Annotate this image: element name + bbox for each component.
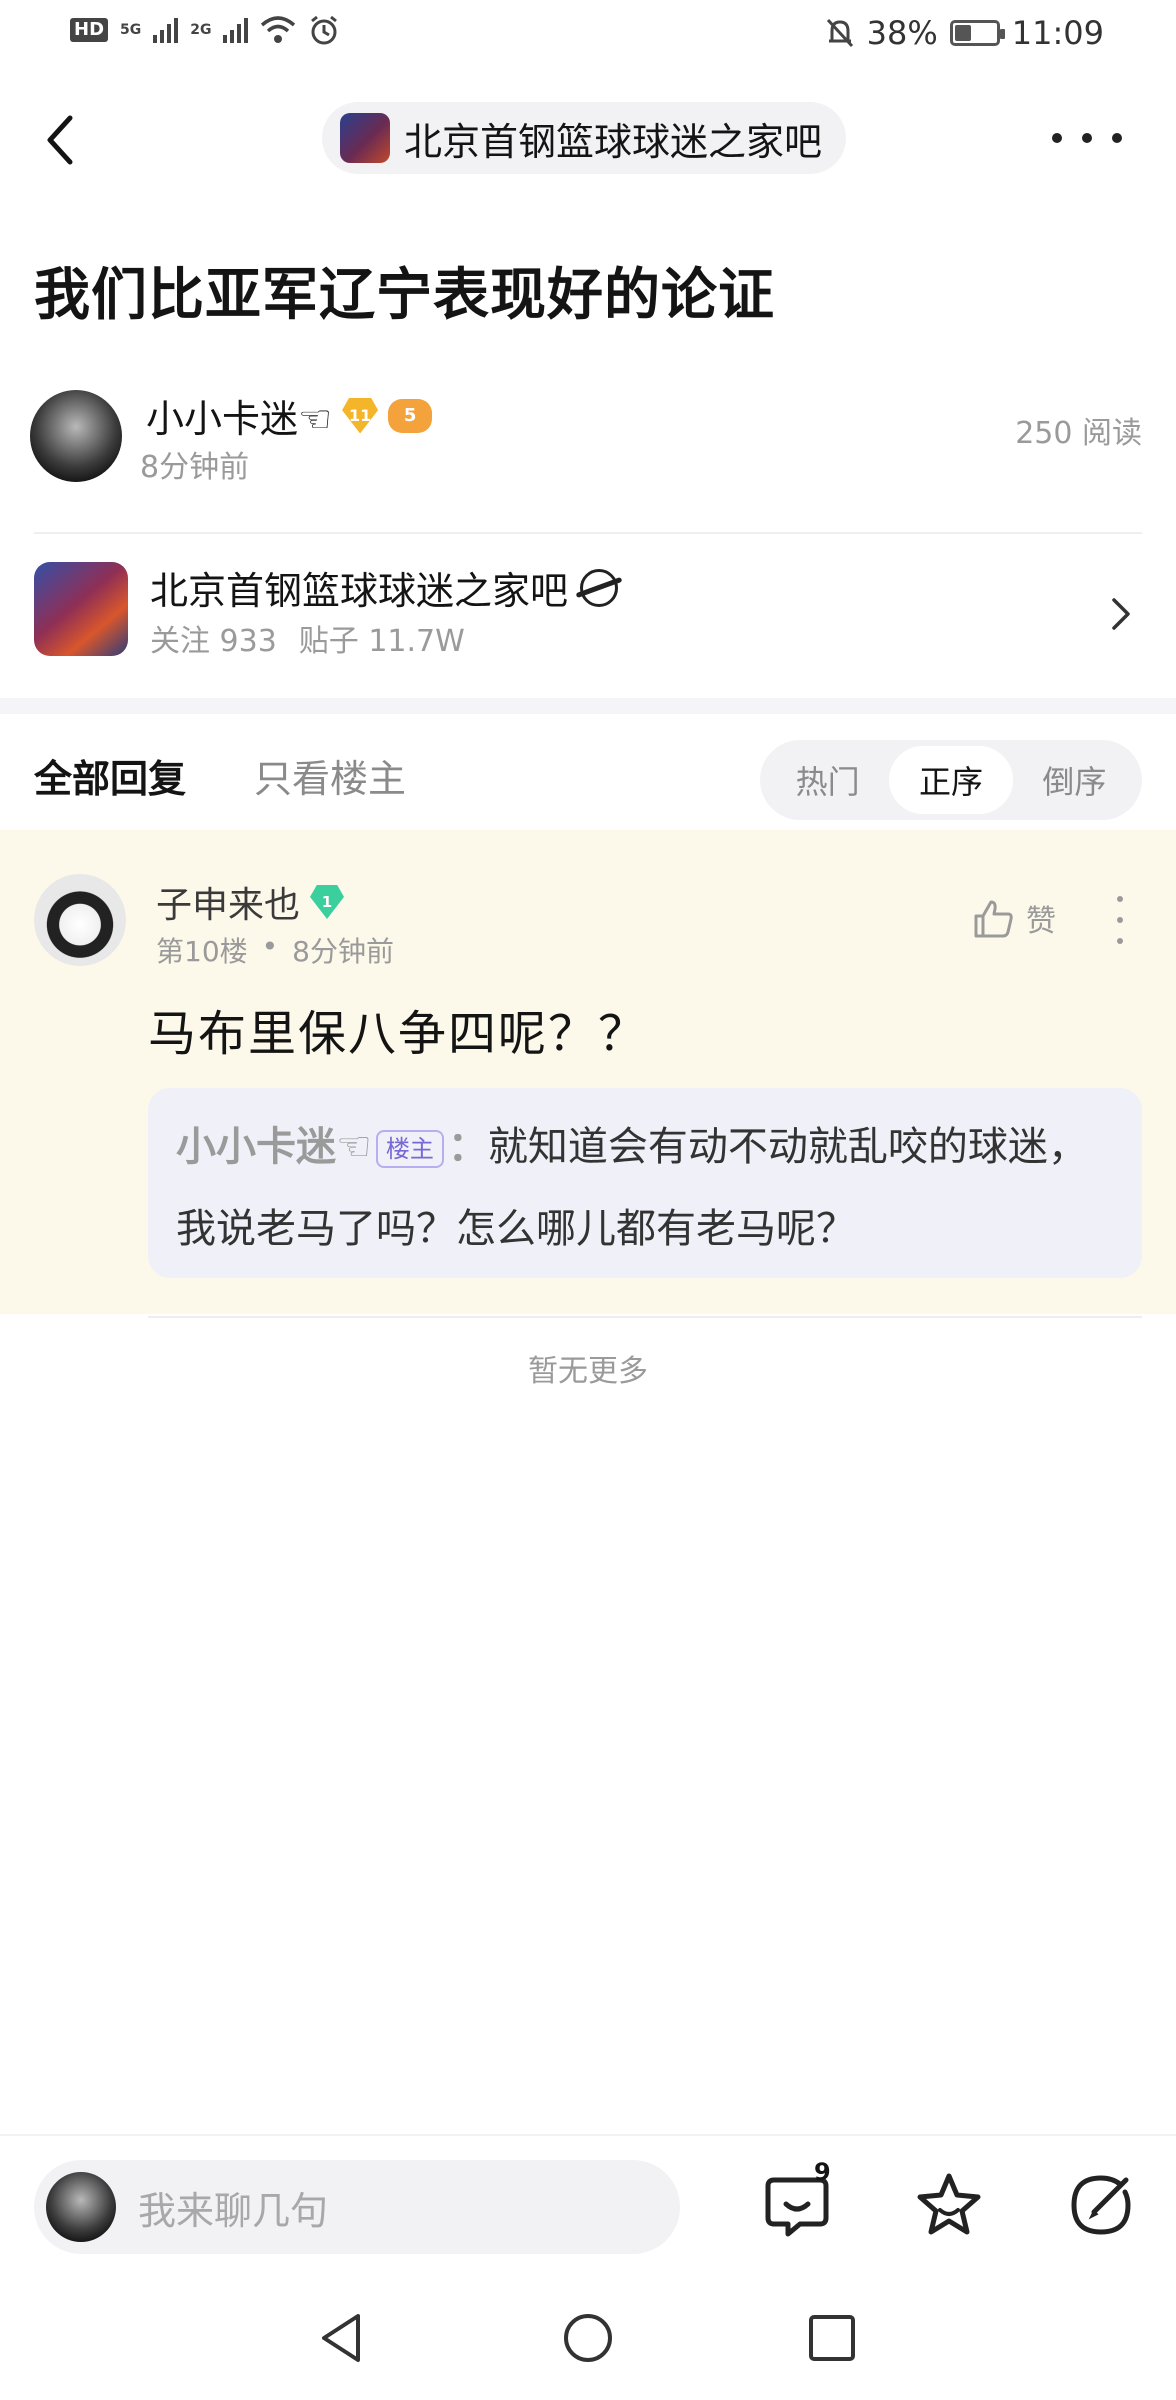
tab-all-replies[interactable]: 全部回复 <box>34 748 186 803</box>
more-options-icon[interactable] <box>1052 118 1122 158</box>
forum-followers: 关注 933 <box>150 624 277 659</box>
android-home-icon[interactable] <box>562 2312 614 2364</box>
alarm-icon <box>311 15 338 45</box>
reply-floor: 第10楼 <box>156 935 248 968</box>
reply-avatar[interactable] <box>34 874 126 966</box>
signal-2g-icon <box>223 17 249 43</box>
like-button[interactable]: 赞 <box>972 896 1056 940</box>
quote-author: 小小卡迷☜ <box>176 1124 372 1170</box>
clock: 11:09 <box>1011 14 1104 52</box>
reply-content: 马布里保八争四呢？？ <box>148 1006 649 1062</box>
level-badge-icon: 11 <box>342 397 379 434</box>
chevron-right-icon[interactable] <box>1106 594 1134 634</box>
sort-toggle: 热门 正序 倒序 <box>760 740 1142 820</box>
reply-user-name: 子申来也 <box>156 885 301 926</box>
forum-posts: 贴子 11.7W <box>298 624 465 659</box>
thumbs-up-icon <box>974 900 1013 938</box>
status-bar: HD 5G 2G 38% 11:09 <box>0 0 1176 72</box>
battery-icon <box>949 20 1005 46</box>
meta-dot: • <box>261 930 279 963</box>
forum-stats: 关注 933 贴子 11.7W <box>150 616 465 660</box>
no-more-text: 暂无更多 <box>528 1354 648 1389</box>
author-name: 小小卡迷☜ <box>146 397 333 441</box>
tab-only-op[interactable]: 只看楼主 <box>254 748 406 803</box>
reply-meta: 第10楼 • 8分钟前 <box>156 930 394 970</box>
sort-ascending[interactable]: 正序 <box>889 746 1013 814</box>
mute-bell-icon <box>826 18 853 48</box>
author-info[interactable]: 小小卡迷☜ 11 5 <box>146 388 433 443</box>
forum-card-title[interactable]: 北京首钢篮球球迷之家吧 <box>150 560 619 615</box>
network-2g-label: 2G <box>190 22 212 38</box>
divider <box>0 2134 1176 2136</box>
signal-5g-icon <box>153 17 179 43</box>
hd-indicator: HD <box>70 18 109 42</box>
author-avatar[interactable] <box>30 390 122 482</box>
user-avatar <box>46 2172 116 2242</box>
emoji-count-badge: 9 <box>814 2158 831 2186</box>
comment-input[interactable]: 我来聊几句 <box>34 2160 680 2254</box>
reply-user[interactable]: 子申来也 1 <box>156 876 345 928</box>
game-badge-icon: 5 <box>388 398 433 433</box>
forum-header-pill[interactable]: 北京首钢篮球球迷之家吧 <box>322 102 847 174</box>
status-left: HD 5G 2G <box>70 14 340 46</box>
forum-header-name: 北京首钢篮球球迷之家吧 <box>404 119 823 164</box>
planet-icon <box>580 568 619 607</box>
status-right: 38% 11:09 <box>825 14 1104 52</box>
reply-more-icon[interactable] <box>1110 896 1130 944</box>
read-count: 250 阅读 <box>1015 416 1142 451</box>
battery-percent: 38% <box>866 14 938 52</box>
forum-card-name: 北京首钢篮球球迷之家吧 <box>150 569 569 613</box>
post-title: 我们比亚军辽宁表现好的论证 <box>34 263 775 328</box>
quote-colon: ： <box>447 1124 488 1170</box>
op-tag: 楼主 <box>375 1130 444 1168</box>
quoted-reply[interactable]: 小小卡迷☜ 楼主 ：就知道会有动不动就乱咬的球迷，我说老马了吗？怎么哪儿都有老马呢？ <box>148 1088 1142 1278</box>
forum-avatar[interactable] <box>34 562 128 656</box>
post-time: 8分钟前 <box>140 450 250 485</box>
star-favorite-icon[interactable] <box>912 2168 986 2242</box>
back-icon[interactable] <box>34 104 94 176</box>
divider <box>34 532 1142 534</box>
android-recents-icon[interactable] <box>806 2312 858 2364</box>
sort-descending[interactable]: 倒序 <box>1013 746 1136 814</box>
share-edit-icon[interactable] <box>1064 2168 1138 2242</box>
like-label: 赞 <box>1026 904 1056 939</box>
reply-time: 8分钟前 <box>292 935 394 968</box>
wifi-icon <box>261 16 296 43</box>
forum-header-avatar <box>340 113 390 163</box>
comment-placeholder: 我来聊几句 <box>138 2188 329 2233</box>
divider <box>148 1316 1142 1318</box>
android-back-icon[interactable] <box>316 2310 366 2366</box>
level-badge-icon: 1 <box>310 885 345 919</box>
section-separator <box>0 698 1176 714</box>
sort-hot[interactable]: 热门 <box>766 746 889 814</box>
network-5g-label: 5G <box>120 22 142 38</box>
